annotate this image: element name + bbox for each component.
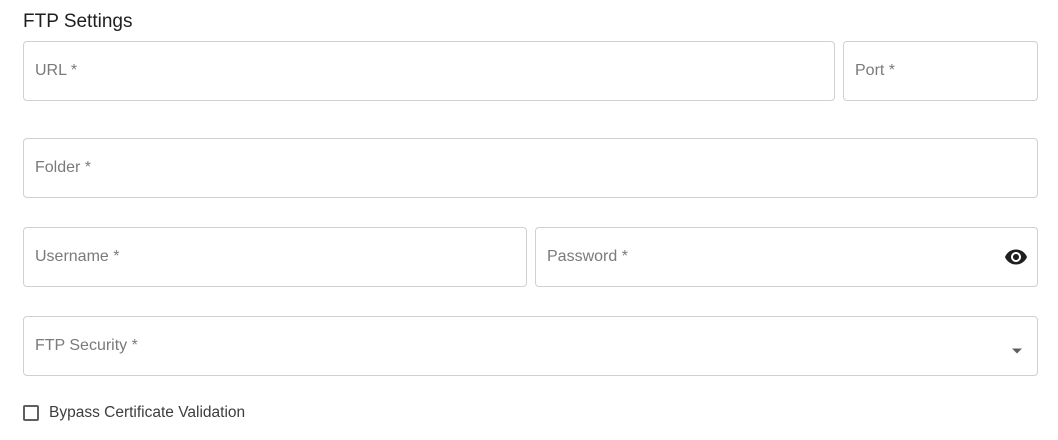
port-field[interactable]: Port * xyxy=(843,41,1038,101)
bypass-certificate-option[interactable]: Bypass Certificate Validation xyxy=(23,403,245,423)
port-placeholder: Port * xyxy=(855,62,896,79)
username-field[interactable]: Username * xyxy=(23,227,527,287)
bypass-certificate-label: Bypass Certificate Validation xyxy=(49,404,246,421)
eye-icon[interactable] xyxy=(1004,245,1028,269)
url-placeholder: URL * xyxy=(35,62,78,79)
username-placeholder: Username * xyxy=(35,248,120,265)
bypass-certificate-checkbox[interactable] xyxy=(23,405,39,421)
ftp-security-placeholder: FTP Security * xyxy=(35,337,138,354)
url-field[interactable]: URL * xyxy=(23,41,835,101)
password-placeholder: Password * xyxy=(547,248,628,265)
caret-down-icon xyxy=(1011,342,1023,354)
section-title: FTP Settings xyxy=(23,11,133,32)
folder-field[interactable]: Folder * xyxy=(23,138,1038,198)
password-field[interactable]: Password * xyxy=(535,227,1038,287)
folder-placeholder: Folder * xyxy=(35,159,92,176)
ftp-security-select[interactable]: FTP Security * xyxy=(23,316,1038,376)
